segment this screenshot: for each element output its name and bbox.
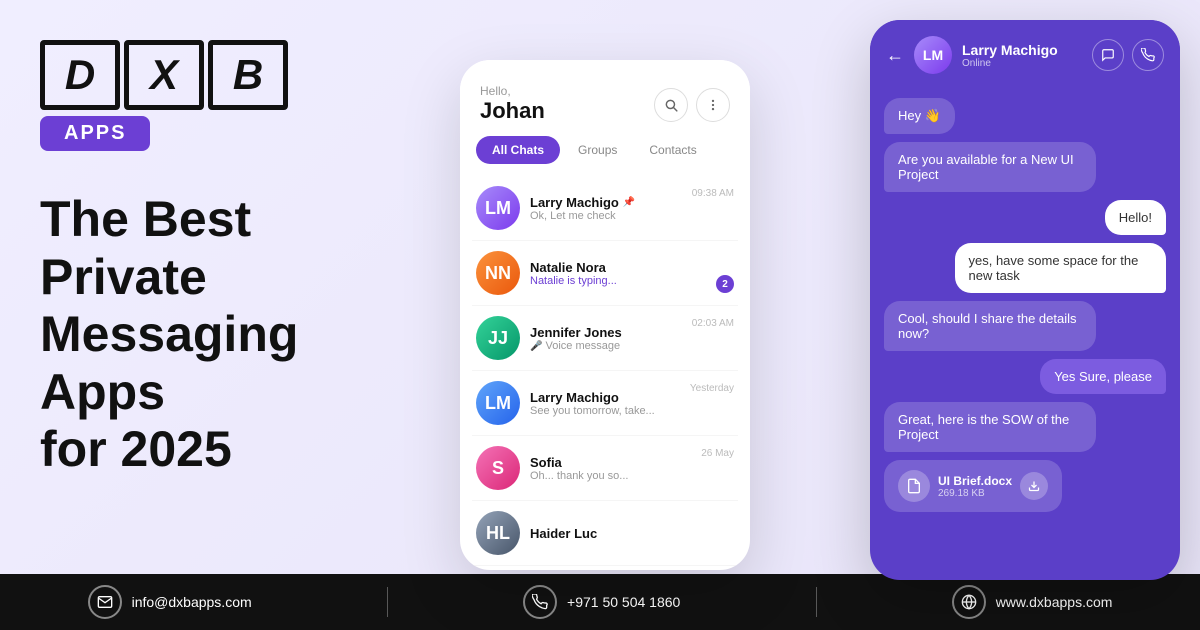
msg-available: Are you available for a New UI Project — [884, 142, 1096, 192]
chat-time-larry2: Yesterday — [690, 383, 734, 394]
avatar-larry2: LM — [476, 381, 520, 425]
file-bubble: UI Brief.docx 269.18 KB — [884, 460, 1062, 512]
footer-website: www.dxbapps.com — [996, 594, 1113, 610]
convo-header: ← LM Larry Machigo Online — [870, 20, 1180, 86]
footer-email-item: info@dxbapps.com — [88, 585, 252, 619]
msg-great: Great, here is the SOW of the Project — [884, 402, 1096, 452]
logo-x-letter: X — [150, 51, 178, 99]
globe-icon-circle — [952, 585, 986, 619]
footer-divider-2 — [816, 587, 817, 617]
chat-name-natalie: Natalie Nora — [530, 260, 734, 275]
chat-icon-btn[interactable] — [1092, 39, 1124, 71]
chat-preview-jennifer: 🎤 Voice message — [530, 340, 734, 352]
pin-icon: 📌 — [623, 197, 635, 208]
convo-avatar: LM — [914, 36, 952, 74]
file-info: UI Brief.docx 269.18 KB — [938, 474, 1012, 499]
search-icon-btn[interactable] — [654, 88, 688, 122]
logo-letters: D X B — [40, 40, 288, 110]
chat-preview-larry1: Ok, Let me check — [530, 210, 734, 222]
file-icon — [898, 470, 930, 502]
msg-yes-space: yes, have some space for the new task — [955, 243, 1167, 293]
msg-hello: Hello! — [1105, 200, 1166, 235]
avatar-jennifer: JJ — [476, 316, 520, 360]
footer-website-item: www.dxbapps.com — [952, 585, 1113, 619]
more-icon-btn[interactable] — [696, 88, 730, 122]
headline-line2: Messaging Apps — [40, 306, 298, 420]
convo-status: Online — [962, 58, 1082, 69]
email-icon-circle — [88, 585, 122, 619]
logo-b-box: B — [208, 40, 288, 110]
convo-name-section: Larry Machigo Online — [962, 42, 1082, 69]
chat-preview-natalie: Natalie is typing... — [530, 275, 734, 287]
phone-header: Hello, Johan — [460, 60, 750, 136]
chat-time-larry1: 09:38 AM — [692, 188, 734, 199]
msg-sure-please: Yes Sure, please — [1040, 359, 1166, 394]
chat-time-sofia: 26 May — [701, 448, 734, 459]
tab-bar: All Chats Groups Contacts — [460, 136, 750, 176]
chat-item-larry2[interactable]: LM Larry Machigo See you tomorrow, take.… — [472, 371, 738, 436]
tab-groups[interactable]: Groups — [564, 136, 631, 164]
chat-list: LM Larry Machigo 📌 Ok, Let me check 09:3… — [460, 176, 750, 566]
back-button[interactable]: ← — [886, 45, 904, 66]
logo-d-letter: D — [65, 51, 95, 99]
chat-item-haider[interactable]: HL Haider Luc — [472, 501, 738, 566]
chat-convo-phone: ← LM Larry Machigo Online — [870, 20, 1180, 580]
file-size: 269.18 KB — [938, 488, 1012, 499]
logo-b-letter: B — [233, 51, 263, 99]
phones-container: Hello, Johan All Chats Groups Contacts — [460, 20, 1180, 610]
avatar-sofia: S — [476, 446, 520, 490]
mic-icon: 🎤 — [530, 341, 542, 352]
logo-badge: APPS — [40, 116, 150, 151]
avatar-larry1: LM — [476, 186, 520, 230]
chat-item-sofia[interactable]: S Sofia Oh... thank you so... 26 May — [472, 436, 738, 501]
chat-info-haider: Haider Luc — [530, 526, 734, 541]
convo-contact-name: Larry Machigo — [962, 42, 1082, 58]
messages-area: Hey 👋 Are you available for a New UI Pro… — [870, 86, 1180, 576]
chat-preview-sofia: Oh... thank you so... — [530, 470, 734, 482]
download-button[interactable] — [1020, 472, 1048, 500]
chat-time-jennifer: 02:03 AM — [692, 318, 734, 329]
footer-phone: +971 50 504 1860 — [567, 594, 680, 610]
msg-hey: Hey 👋 — [884, 98, 955, 134]
file-name: UI Brief.docx — [938, 474, 1012, 488]
footer-divider-1 — [387, 587, 388, 617]
convo-actions — [1092, 39, 1164, 71]
tab-contacts[interactable]: Contacts — [635, 136, 710, 164]
avatar-haider: HL — [476, 511, 520, 555]
headline-line1: The Best Private — [40, 191, 251, 305]
chat-item-natalie[interactable]: NN Natalie Nora Natalie is typing... 2 — [472, 241, 738, 306]
headline: The Best Private Messaging Apps for 2025 — [40, 191, 420, 479]
header-icons — [654, 88, 730, 122]
chat-list-phone: Hello, Johan All Chats Groups Contacts — [460, 60, 750, 570]
headline-line3: for 2025 — [40, 421, 232, 477]
chat-info-natalie: Natalie Nora Natalie is typing... — [530, 260, 734, 287]
chat-item-jennifer[interactable]: JJ Jennifer Jones 🎤 Voice message 02:03 … — [472, 306, 738, 371]
logo-x-box: X — [124, 40, 204, 110]
left-section: D X B APPS The Best Private Messaging Ap… — [40, 40, 420, 499]
tab-all-chats[interactable]: All Chats — [476, 136, 560, 164]
chat-preview-larry2: See you tomorrow, take... — [530, 405, 734, 417]
footer-phone-item: +971 50 504 1860 — [523, 585, 680, 619]
footer-bar: info@dxbapps.com +971 50 504 1860 www.dx… — [0, 574, 1200, 630]
msg-cool: Cool, should I share the details now? — [884, 301, 1096, 351]
chat-name-haider: Haider Luc — [530, 526, 734, 541]
chat-item-larry1[interactable]: LM Larry Machigo 📌 Ok, Let me check 09:3… — [472, 176, 738, 241]
unread-badge-natalie: 2 — [716, 275, 734, 293]
footer-email: info@dxbapps.com — [132, 594, 252, 610]
phone-icon-btn[interactable] — [1132, 39, 1164, 71]
phone-icon-circle — [523, 585, 557, 619]
avatar-natalie: NN — [476, 251, 520, 295]
logo-d-box: D — [40, 40, 120, 110]
logo-container: D X B APPS — [40, 40, 420, 151]
